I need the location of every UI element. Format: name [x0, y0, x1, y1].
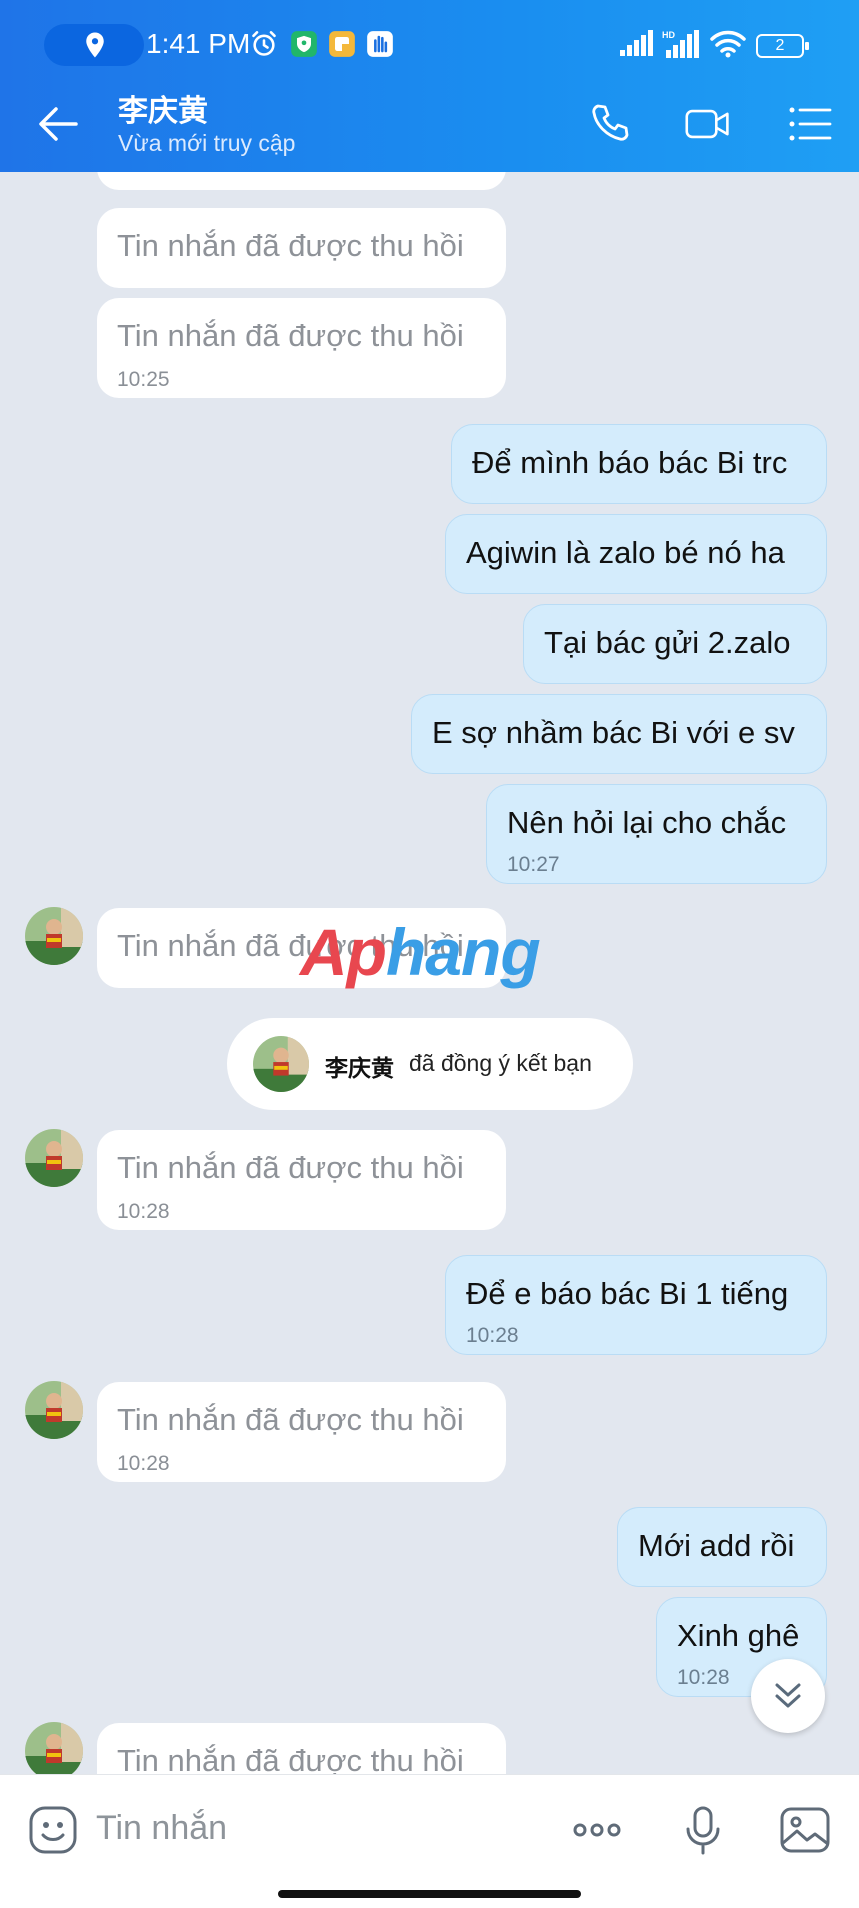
message-text: Tin nhắn đã được thu hồi [117, 1402, 464, 1437]
message-text: Agiwin là zalo bé nó ha [466, 535, 785, 570]
message-text: Để e báo bác Bi 1 tiếng [466, 1276, 789, 1311]
friend-accepted-notice: 李庆黄 đã đồng ý kết bạn [227, 1018, 633, 1110]
avatar[interactable] [25, 1129, 83, 1187]
microphone-icon[interactable] [676, 1803, 730, 1857]
avatar[interactable] [25, 1381, 83, 1439]
watermark-part1: Ap [300, 915, 387, 989]
contact-name[interactable]: 李庆黄 [118, 86, 208, 130]
message-bubble-outgoing[interactable]: Tại bác gửi 2.zalo [523, 604, 827, 684]
avatar[interactable] [25, 1722, 83, 1774]
message-time: 10:27 [507, 853, 560, 876]
avatar[interactable] [25, 907, 83, 965]
message-bubble-clipped[interactable] [97, 172, 506, 190]
watermark-part2: hang [385, 915, 541, 989]
message-list[interactable]: Tin nhắn đã được thu hồi Tin nhắn đã đượ… [0, 172, 859, 1774]
message-text: Nên hỏi lại cho chắc [507, 805, 787, 840]
message-text: Tin nhắn đã được thu hồi [117, 318, 464, 353]
signal-icon [620, 30, 653, 56]
status-time: 1:41 PM [146, 28, 251, 59]
chevron-double-down-icon [775, 1683, 801, 1708]
signal-icon-2: HD [662, 30, 699, 58]
emoji-icon[interactable] [28, 1805, 78, 1855]
menu-icon[interactable] [786, 100, 834, 148]
message-bubble-recalled[interactable]: Tin nhắn đã được thu hồi 10:25 [97, 298, 506, 398]
message-bubble-outgoing[interactable]: Nên hỏi lại cho chắc 10:27 [486, 784, 827, 884]
message-bubble-recalled[interactable]: Tin nhắn đã được thu hồi [97, 1723, 506, 1774]
image-icon[interactable] [778, 1803, 832, 1857]
video-call-icon[interactable] [684, 100, 732, 148]
message-composer: Tin nhắn [0, 1774, 859, 1908]
more-icon[interactable] [570, 1803, 624, 1857]
note-icon [329, 31, 355, 57]
message-time: 10:25 [117, 368, 170, 391]
message-text: Tại bác gửi 2.zalo [544, 625, 791, 660]
notice-name: 李庆黄 [325, 1055, 394, 1081]
avatar-image [25, 1381, 83, 1439]
message-time: 10:28 [117, 1452, 170, 1475]
message-text: Để mình báo bác Bi trc [472, 445, 788, 480]
message-bubble-outgoing[interactable]: E sợ nhầm bác Bi với e sv [411, 694, 827, 774]
alarm-icon [252, 31, 276, 56]
message-bubble-recalled[interactable]: Tin nhắn đã được thu hồi [97, 208, 506, 288]
location-icon [86, 32, 104, 58]
network-badge: HD [662, 30, 675, 40]
message-time: 10:28 [117, 1200, 170, 1223]
avatar-image [253, 1036, 309, 1092]
message-text: Mới add rồi [638, 1528, 795, 1563]
avatar-image [25, 907, 83, 965]
message-text: E sợ nhầm bác Bi với e sv [432, 715, 795, 750]
hand-icon [367, 31, 393, 57]
avatar-image [25, 1129, 83, 1187]
contact-status: Vừa mới truy cập [118, 130, 296, 156]
message-time: 10:28 [677, 1666, 730, 1689]
message-text: Xinh ghê [677, 1618, 800, 1653]
back-arrow-icon[interactable] [36, 104, 80, 144]
top-bar: 1:41 PM HD 2 李庆黄 Vừa mới truy cập [0, 0, 859, 172]
message-bubble-outgoing[interactable]: Để e báo bác Bi 1 tiếng 10:28 [445, 1255, 827, 1355]
message-bubble-recalled[interactable]: Tin nhắn đã được thu hồi 10:28 [97, 1130, 506, 1230]
status-bar: 1:41 PM HD 2 [0, 0, 859, 74]
message-bubble-outgoing[interactable]: Agiwin là zalo bé nó ha [445, 514, 827, 594]
wifi-icon [710, 30, 746, 58]
notice-action: đã đồng ý kết bạn [409, 1050, 592, 1076]
message-bubble-outgoing[interactable]: Mới add rồi [617, 1507, 827, 1587]
message-text: Tin nhắn đã được thu hồi [117, 1743, 464, 1774]
message-text: Tin nhắn đã được thu hồi [117, 1150, 464, 1185]
message-bubble-outgoing[interactable]: Để mình báo bác Bi trc [451, 424, 827, 504]
phone-icon[interactable] [586, 100, 634, 148]
battery-icon: 2 [756, 34, 809, 58]
avatar-image [25, 1722, 83, 1774]
message-text: Tin nhắn đã được thu hồi [117, 228, 464, 263]
message-input[interactable]: Tin nhắn [96, 1809, 227, 1848]
scroll-to-bottom-button[interactable] [751, 1659, 825, 1733]
notice-avatar [253, 1036, 309, 1092]
watermark-logo: Aphang [300, 914, 541, 990]
message-bubble-recalled[interactable]: Tin nhắn đã được thu hồi 10:28 [97, 1382, 506, 1482]
shield-icon [291, 31, 317, 57]
message-time: 10:28 [466, 1324, 519, 1347]
home-indicator[interactable] [278, 1890, 581, 1898]
